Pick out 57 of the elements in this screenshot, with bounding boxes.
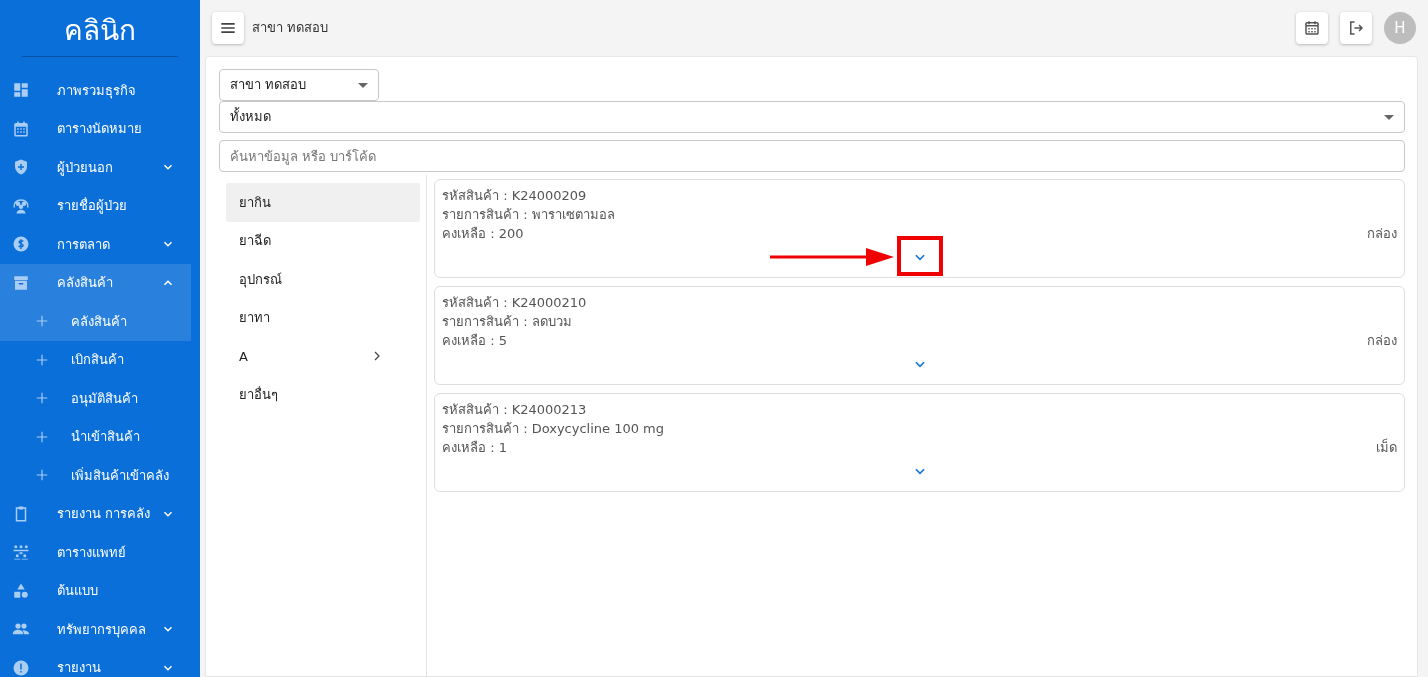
people-grid-icon [12, 543, 30, 562]
dashboard-icon [12, 81, 30, 100]
search-field[interactable]: ค้นหาข้อมูล หรือ บาร์โค้ด [219, 140, 1405, 172]
sidebar-item[interactable]: รายงาน การคลัง [0, 494, 191, 533]
sidebar-item[interactable]: คลังสินค้า [0, 263, 191, 302]
archive-icon [12, 273, 30, 292]
calendar-button[interactable] [1296, 12, 1328, 44]
calendar-icon [12, 119, 30, 138]
product-remaining: คงเหลือ : 5 [442, 332, 507, 350]
sidebar-item[interactable]: ตารางนัดหมาย [0, 109, 191, 148]
category-item[interactable]: ยาฉีด [226, 221, 420, 260]
sidebar-subitem[interactable]: เบิกสินค้า [0, 340, 191, 379]
category-item[interactable]: อุปกรณ์ [226, 260, 420, 299]
sidebar-item[interactable]: ผู้ป่วยนอก [0, 148, 191, 187]
shield-icon [12, 158, 30, 177]
sidebar-item[interactable]: ต้นแบบ [0, 571, 191, 610]
sidebar-item[interactable]: ทรัพยากรบุคคล [0, 610, 191, 649]
product-remaining: คงเหลือ : 200 [442, 225, 524, 243]
product-unit: กล่อง [1367, 225, 1397, 243]
type-select[interactable]: ทั้งหมด [219, 101, 1405, 133]
product-code: รหัสสินค้า : K24000213 [442, 401, 588, 419]
product-code: รหัสสินค้า : K24000209 [442, 187, 588, 205]
sidebar-item[interactable]: การตลาด [0, 225, 191, 264]
sidebar-subitem[interactable]: นำเข้าสินค้า [0, 417, 191, 456]
category-item[interactable]: A [226, 337, 420, 376]
product-code: รหัสสินค้า : K24000210 [442, 294, 588, 312]
category-item[interactable]: ยาอื่นๆ [226, 375, 420, 414]
plus-icon [35, 468, 49, 483]
plus-icon [35, 391, 49, 406]
product-unit: กล่อง [1367, 332, 1397, 350]
plus-icon [35, 314, 49, 329]
plus-icon [35, 429, 49, 444]
logout-icon [1347, 19, 1365, 37]
menu-button[interactable] [212, 12, 244, 44]
logout-button[interactable] [1340, 12, 1372, 44]
sidebar-item[interactable]: ภาพรวมธุรกิจ [0, 71, 191, 110]
sidebar-item[interactable]: รายชื่อผู้ป่วย [0, 186, 191, 225]
branch-title: สาขา ทดสอบ [252, 19, 329, 38]
sidebar-item[interactable]: รายงาน [0, 648, 191, 677]
sidebar-subitem[interactable]: เพิ่มสินค้าเข้าคลัง [0, 456, 191, 495]
product-name: รายการสินค้า : พาราเซตามอล [442, 206, 616, 224]
product-unit: เม็ด [1376, 438, 1397, 457]
sidebar-subitem[interactable]: อนุมัติสินค้า [0, 379, 191, 418]
calendar-icon [1303, 19, 1321, 37]
app-title: คลินิก [22, 0, 178, 57]
product-name: รายการสินค้า : ลดบวม [442, 313, 573, 331]
people-group-icon [12, 196, 30, 215]
shapes-icon [12, 581, 30, 600]
sidebar-item[interactable]: ตารางแพทย์ [0, 533, 191, 572]
plus-icon [35, 352, 49, 367]
branch-select[interactable]: สาขา ทดสอบ [219, 69, 379, 101]
product-name: รายการสินค้า : Doxycycline 100 mg [442, 420, 666, 438]
category-item[interactable]: ยาทา [226, 298, 420, 337]
category-item[interactable]: ยากิน [226, 183, 420, 222]
sidebar-subitem[interactable]: คลังสินค้า [0, 302, 191, 341]
product-remaining: คงเหลือ : 1 [442, 439, 507, 457]
dollar-icon [12, 235, 30, 254]
